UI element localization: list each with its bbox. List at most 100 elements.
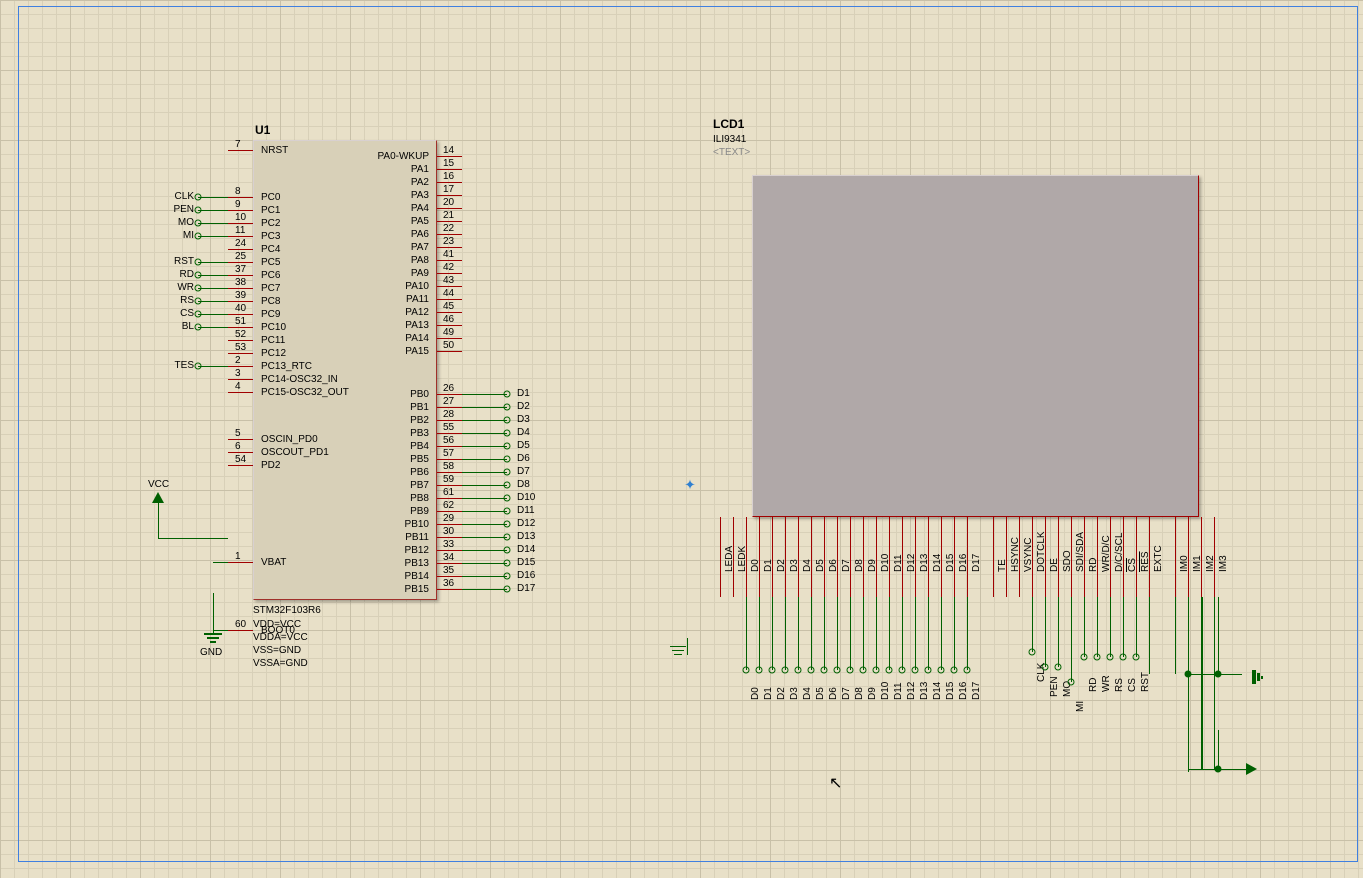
lcd-pin-lead	[889, 547, 890, 597]
terminal-icon[interactable]	[195, 220, 202, 227]
terminal-icon[interactable]	[195, 324, 202, 331]
lcd-pin-stub	[928, 517, 929, 547]
terminal-icon[interactable]	[808, 667, 815, 674]
u1-pin-name: PC0	[261, 192, 280, 203]
terminal-icon[interactable]	[504, 456, 511, 463]
lcd-pin-lead	[1045, 547, 1046, 597]
lcd-net-label: D1	[763, 687, 774, 700]
terminal-icon[interactable]	[504, 482, 511, 489]
terminal-icon[interactable]	[195, 272, 202, 279]
terminal-icon[interactable]	[938, 667, 945, 674]
u1-powerline: VSSA=GND	[253, 658, 308, 669]
lcd-ref[interactable]: LCD1	[713, 117, 744, 131]
terminal-icon[interactable]	[504, 521, 511, 528]
terminal-icon[interactable]	[925, 667, 932, 674]
terminal-icon[interactable]	[195, 207, 202, 214]
u1-net-label: D1	[517, 388, 530, 399]
lcd-pin-stub	[1071, 517, 1072, 547]
terminal-icon[interactable]	[504, 495, 511, 502]
terminal-icon[interactable]	[504, 560, 511, 567]
terminal-icon[interactable]	[847, 667, 854, 674]
terminal-icon[interactable]	[834, 667, 841, 674]
terminal-icon[interactable]	[195, 194, 202, 201]
terminal-icon[interactable]	[504, 430, 511, 437]
terminal-icon[interactable]	[756, 667, 763, 674]
terminal-icon[interactable]	[782, 667, 789, 674]
terminal-icon[interactable]	[504, 573, 511, 580]
terminal-icon[interactable]	[860, 667, 867, 674]
lcd-pin-lead	[1201, 547, 1202, 597]
terminal-icon[interactable]	[795, 667, 802, 674]
u1-net-wire	[462, 446, 507, 447]
terminal-icon[interactable]	[899, 667, 906, 674]
lcd-net-wire	[915, 597, 916, 670]
terminal-icon[interactable]	[1107, 654, 1114, 661]
u1-pin-name: PB8	[410, 493, 429, 504]
terminal-icon[interactable]	[1120, 654, 1127, 661]
u1-ref[interactable]: U1	[255, 123, 270, 137]
u1-pin-num: 1	[235, 551, 241, 562]
u1-pin-name: PB1	[410, 402, 429, 413]
terminal-icon[interactable]	[1068, 679, 1075, 686]
lcd-net-label: D13	[919, 682, 930, 700]
u1-pin-num: 43	[443, 275, 454, 286]
lcd-net-wire	[1045, 597, 1046, 667]
terminal-icon[interactable]	[504, 404, 511, 411]
u1-pin-name: PB4	[410, 441, 429, 452]
terminal-icon[interactable]	[195, 233, 202, 240]
u1-pin-num: 3	[235, 368, 241, 379]
terminal-icon[interactable]	[195, 285, 202, 292]
lcd-pin-lead	[1214, 547, 1215, 597]
terminal-icon[interactable]	[1133, 654, 1140, 661]
terminal-icon[interactable]	[821, 667, 828, 674]
lcd-net-label: D12	[906, 682, 917, 700]
terminal-icon[interactable]	[195, 298, 202, 305]
terminal-icon[interactable]	[504, 417, 511, 424]
terminal-icon[interactable]	[886, 667, 893, 674]
u1-pin-name: VBAT	[261, 557, 286, 568]
terminal-icon[interactable]	[912, 667, 919, 674]
terminal-icon[interactable]	[504, 547, 511, 554]
lcd-net-wire	[941, 597, 942, 670]
lcd-pin-stub	[720, 517, 721, 547]
terminal-icon[interactable]	[1055, 664, 1062, 671]
lcd-pin-stub	[798, 517, 799, 547]
terminal-icon[interactable]	[504, 443, 511, 450]
lcd-net-label: D4	[802, 687, 813, 700]
lcd-pin-stub	[902, 517, 903, 547]
terminal-icon[interactable]	[951, 667, 958, 674]
terminal-icon[interactable]	[504, 586, 511, 593]
u1-pin-stub	[437, 511, 462, 512]
terminal-icon[interactable]	[743, 667, 750, 674]
u1-pin-name: PA11	[406, 294, 429, 305]
lcd-net-label: D5	[815, 687, 826, 700]
u1-pin-stub	[228, 314, 253, 315]
terminal-icon[interactable]	[769, 667, 776, 674]
u1-pin-stub	[228, 327, 253, 328]
u1-pin-num: 15	[443, 158, 454, 169]
lcd-screen[interactable]	[752, 175, 1199, 517]
lcd-pin-lead	[1110, 547, 1111, 597]
lcd-pin-lead	[1019, 547, 1020, 597]
u1-pin-stub	[228, 288, 253, 289]
terminal-icon[interactable]	[504, 508, 511, 515]
lcd-pin-stub	[811, 517, 812, 547]
terminal-icon[interactable]	[1081, 654, 1088, 661]
u1-pin-name: PA14	[405, 333, 429, 344]
terminal-icon[interactable]	[504, 391, 511, 398]
terminal-icon[interactable]	[1029, 649, 1036, 656]
terminal-icon[interactable]	[1042, 664, 1049, 671]
u1-pin-stub	[437, 524, 462, 525]
terminal-icon[interactable]	[873, 667, 880, 674]
terminal-icon[interactable]	[195, 311, 202, 318]
terminal-icon[interactable]	[195, 259, 202, 266]
lcd-net-wire	[1110, 597, 1111, 657]
im-bus-v2	[1202, 597, 1203, 769]
u1-pin-stub	[228, 262, 253, 263]
terminal-icon[interactable]	[195, 363, 202, 370]
terminal-icon[interactable]	[504, 469, 511, 476]
u1-pin-num: 2	[235, 355, 241, 366]
terminal-icon[interactable]	[1094, 654, 1101, 661]
terminal-icon[interactable]	[964, 667, 971, 674]
terminal-icon[interactable]	[504, 534, 511, 541]
